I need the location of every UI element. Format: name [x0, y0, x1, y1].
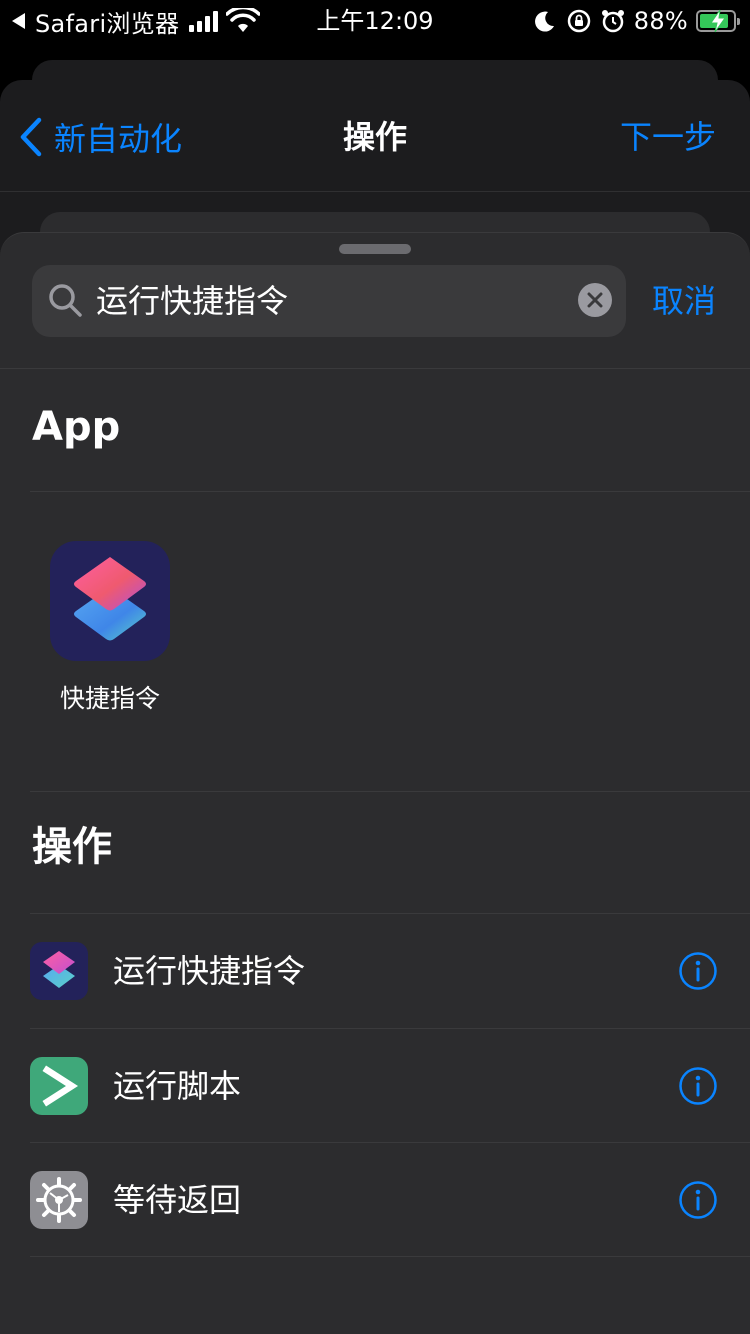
search-icon: [49, 284, 82, 317]
search-input[interactable]: 运行快捷指令: [32, 265, 626, 337]
alarm-icon: [601, 10, 624, 33]
next-button[interactable]: 下一步: [620, 116, 716, 158]
status-bar: Safari浏览器 上午12:09 88%: [0, 0, 750, 44]
status-right: 88%: [532, 6, 740, 36]
battery-charging-icon: [696, 9, 740, 33]
shortcuts-app-icon: [50, 541, 170, 661]
orientation-lock-icon: [567, 9, 590, 33]
info-icon: [679, 952, 717, 990]
sheet-grabber[interactable]: [339, 244, 411, 254]
divider: [0, 368, 750, 369]
action-row-run-shortcut[interactable]: 运行快捷指令: [0, 914, 750, 1028]
shortcuts-icon: [30, 942, 88, 1000]
info-button[interactable]: [678, 951, 718, 991]
info-icon: [679, 1067, 717, 1105]
cancel-button[interactable]: 取消: [652, 265, 716, 337]
apps-section-title: App: [32, 404, 121, 450]
info-icon: [679, 1181, 717, 1219]
search-query: 运行快捷指令: [96, 282, 289, 320]
action-label: 运行快捷指令: [113, 952, 306, 990]
app-label: 快捷指令: [59, 684, 160, 713]
script-icon: [30, 1057, 88, 1115]
divider: [30, 1256, 750, 1257]
action-label: 等待返回: [113, 1181, 242, 1219]
close-icon: [587, 292, 603, 308]
battery-percent: 88%: [633, 7, 688, 35]
screen: Safari浏览器 上午12:09 88% 新自动化 操作 下一步 运行快捷指令…: [0, 0, 750, 1334]
navigation-bar: 新自动化 操作 下一步: [0, 80, 750, 192]
info-button[interactable]: [678, 1180, 718, 1220]
divider: [30, 791, 750, 792]
divider: [30, 491, 750, 492]
action-search-sheet: 运行快捷指令 取消 App 快捷指令 操作 运行快捷指令 运行脚本 等待返回: [0, 232, 750, 1334]
action-row-wait-to-return[interactable]: 等待返回: [0, 1143, 750, 1257]
action-row-run-script[interactable]: 运行脚本: [0, 1029, 750, 1143]
action-label: 运行脚本: [113, 1067, 242, 1105]
clear-search-button[interactable]: [578, 283, 612, 317]
info-button[interactable]: [678, 1066, 718, 1106]
moon-icon: [534, 11, 554, 32]
gear-icon: [30, 1171, 88, 1229]
actions-section-title: 操作: [32, 824, 112, 870]
search-row: 运行快捷指令 取消: [0, 265, 750, 337]
